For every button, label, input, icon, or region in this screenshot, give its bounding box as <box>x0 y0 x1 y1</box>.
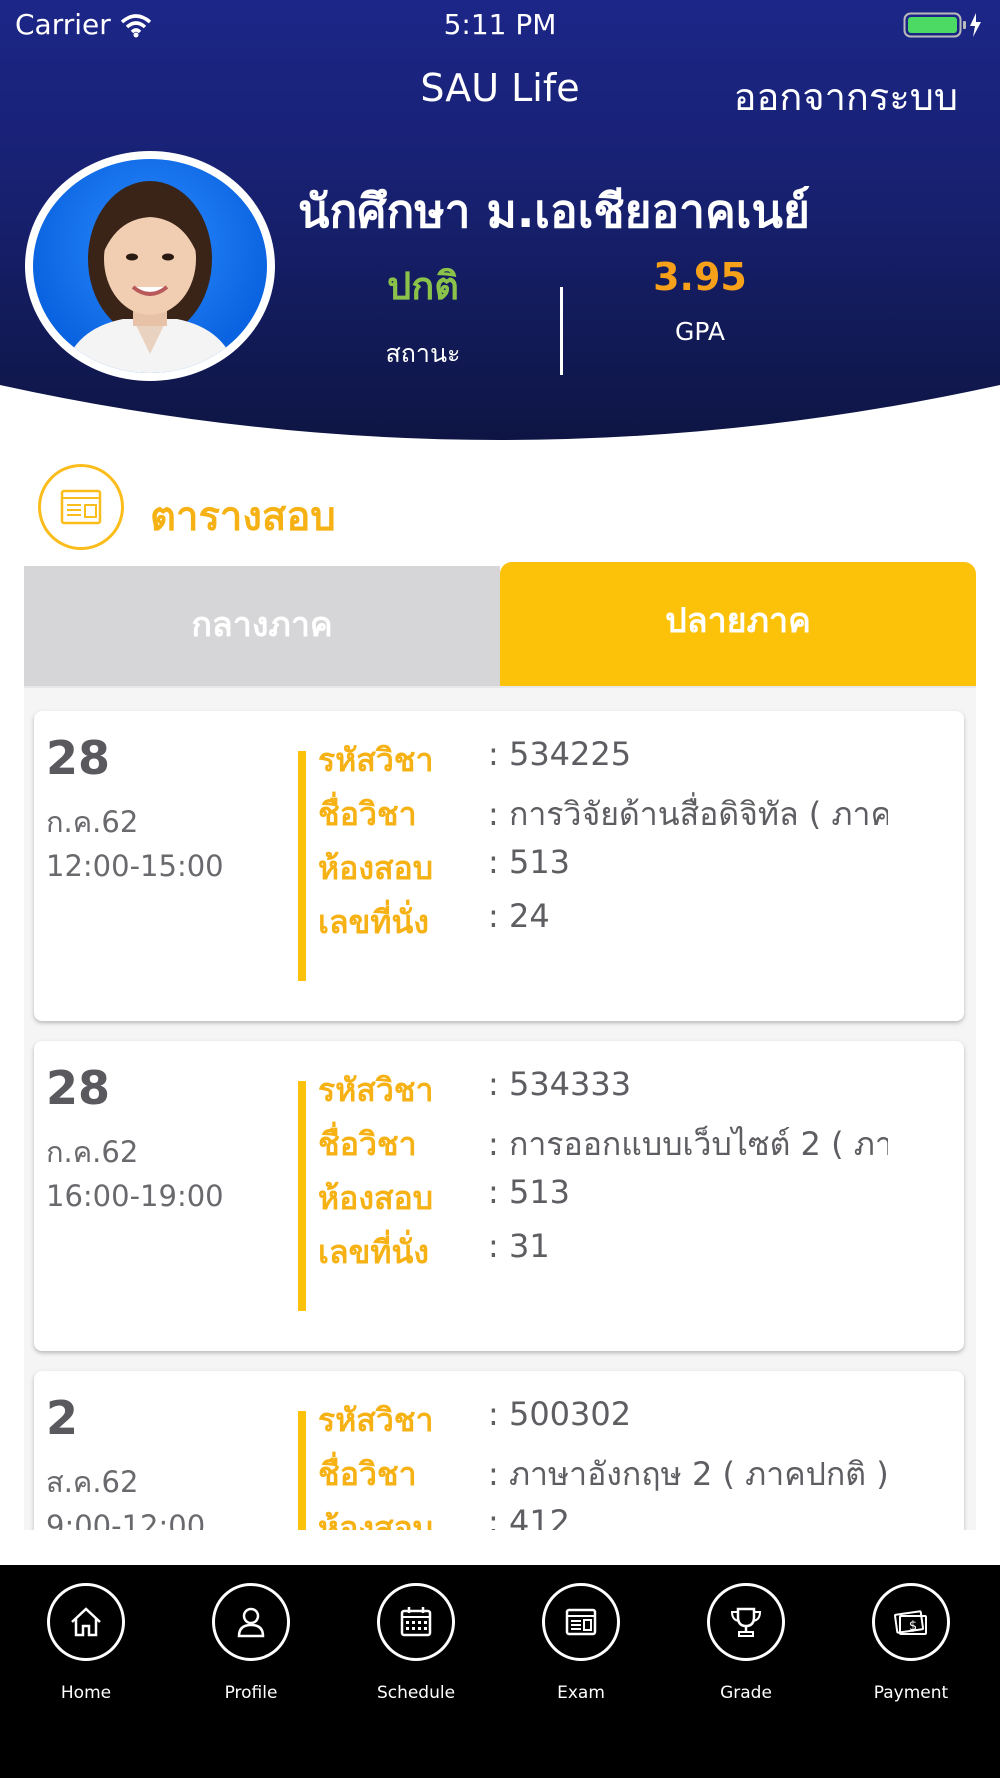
nav-schedule-label: Schedule <box>376 1683 456 1703</box>
status-time: 5:11 PM <box>443 8 557 41</box>
exam-name-value: : การวิจัยด้านสื่อดิจิทัล ( ภาคอ <box>488 795 888 833</box>
exam-time: 9:00-12:00 <box>46 1509 206 1530</box>
nav-grade-label: Grade <box>720 1683 772 1703</box>
section-title: ตารางสอบ <box>150 494 336 540</box>
trophy-icon <box>707 1583 785 1661</box>
exam-day: 28 <box>46 731 111 785</box>
student-name: นักศึกษา ม.เอเชียอาคเนย์ <box>298 184 810 238</box>
exam-code-label: รหัสวิชา <box>318 741 434 779</box>
exam-time: 12:00-15:00 <box>46 849 224 883</box>
nav-exam-label: Exam <box>557 1683 605 1703</box>
bottom-tab-bar: Home Profile Schedule Exam Grade $ Payme… <box>0 1565 1000 1778</box>
nav-exam[interactable]: Exam <box>511 1583 651 1703</box>
exam-room-label: ห้องสอบ <box>318 849 433 887</box>
money-icon: $ <box>872 1583 950 1661</box>
nav-payment-label: Payment <box>873 1683 949 1703</box>
logout-button[interactable]: ออกจากระบบ <box>734 66 958 127</box>
exam-code-label: รหัสวิชา <box>318 1071 434 1109</box>
status-label: สถานะ <box>385 339 461 368</box>
exam-name-label: ชื่อวิชา <box>318 795 417 833</box>
exam-code-value: : 534333 <box>488 1065 632 1103</box>
tab-final[interactable]: ปลายภาค <box>500 562 976 688</box>
nav-grade[interactable]: Grade <box>676 1583 816 1703</box>
exam-accent-bar <box>298 1411 306 1530</box>
exam-seat-value: : 24 <box>488 897 550 935</box>
nav-profile-label: Profile <box>224 1683 278 1703</box>
exam-seat-label: เลขที่นั่ง <box>318 903 430 941</box>
exam-code-value: : 534225 <box>488 735 632 773</box>
status-value: ปกติ <box>387 264 459 308</box>
avatar[interactable] <box>25 151 275 381</box>
nav-schedule[interactable]: Schedule <box>346 1583 486 1703</box>
status-stat: ปกติ สถานะ <box>303 255 543 374</box>
exam-card[interactable]: 2 ส.ค.62 9:00-12:00 รหัสวิชา : 500302 ชื… <box>34 1371 964 1530</box>
exam-name-value: : ภาษาอังกฤษ 2 ( ภาคปกติ ) <box>488 1455 888 1493</box>
user-icon <box>212 1583 290 1661</box>
exam-icon <box>542 1583 620 1661</box>
exam-name-label: ชื่อวิชา <box>318 1125 417 1163</box>
exam-room-value: : 513 <box>488 1173 571 1211</box>
exam-card[interactable]: 28 ก.ค.62 16:00-19:00 รหัสวิชา : 534333 … <box>34 1041 964 1351</box>
tab-midterm[interactable]: กลางภาค <box>24 566 500 688</box>
exam-name-label: ชื่อวิชา <box>318 1455 417 1493</box>
avatar-photo <box>33 159 267 373</box>
exam-room-value: : 412 <box>488 1503 571 1530</box>
stat-divider <box>560 287 563 375</box>
nav-profile[interactable]: Profile <box>181 1583 321 1703</box>
status-bar: Carrier 5:11 PM <box>0 0 1000 50</box>
exam-accent-bar <box>298 1081 306 1311</box>
exam-list[interactable]: 28 ก.ค.62 12:00-15:00 รหัสวิชา : 534225 … <box>24 688 976 1530</box>
gpa-label: GPA <box>675 317 725 346</box>
exam-time: 16:00-19:00 <box>46 1179 224 1213</box>
exam-seat-value: : 31 <box>488 1227 550 1265</box>
gpa-value: 3.95 <box>653 255 747 299</box>
profile-header: Carrier 5:11 PM SAU Life ออกจากระบบ นักศ… <box>0 0 1000 460</box>
exam-month: ส.ค.62 <box>46 1465 139 1499</box>
exam-room-value: : 513 <box>488 843 571 881</box>
exam-room-label: ห้องสอบ <box>318 1509 433 1530</box>
exam-card[interactable]: 28 ก.ค.62 12:00-15:00 รหัสวิชา : 534225 … <box>34 711 964 1021</box>
exam-tabs: กลางภาค ปลายภาค <box>24 562 976 688</box>
nav-payment[interactable]: $ Payment <box>841 1583 981 1703</box>
gpa-stat: 3.95 GPA <box>580 255 820 346</box>
calendar-icon <box>377 1583 455 1661</box>
exam-code-value: : 500302 <box>488 1395 632 1433</box>
home-icon <box>47 1583 125 1661</box>
exam-seat-label: เลขที่นั่ง <box>318 1233 430 1271</box>
exam-day: 28 <box>46 1061 111 1115</box>
exam-month: ก.ค.62 <box>46 805 139 839</box>
exam-name-value: : การออกแบบเว็บไซต์ 2 ( ภาค <box>488 1125 888 1163</box>
exam-code-label: รหัสวิชา <box>318 1401 434 1439</box>
nav-home[interactable]: Home <box>16 1583 156 1703</box>
nav-home-label: Home <box>60 1683 112 1703</box>
exam-room-label: ห้องสอบ <box>318 1179 433 1217</box>
exam-section-icon <box>38 464 124 550</box>
svg-text:$: $ <box>909 1619 917 1634</box>
header-curve <box>0 385 1000 460</box>
exam-accent-bar <box>298 751 306 981</box>
battery-icon <box>903 12 985 45</box>
exam-day: 2 <box>46 1391 79 1445</box>
exam-month: ก.ค.62 <box>46 1135 139 1169</box>
